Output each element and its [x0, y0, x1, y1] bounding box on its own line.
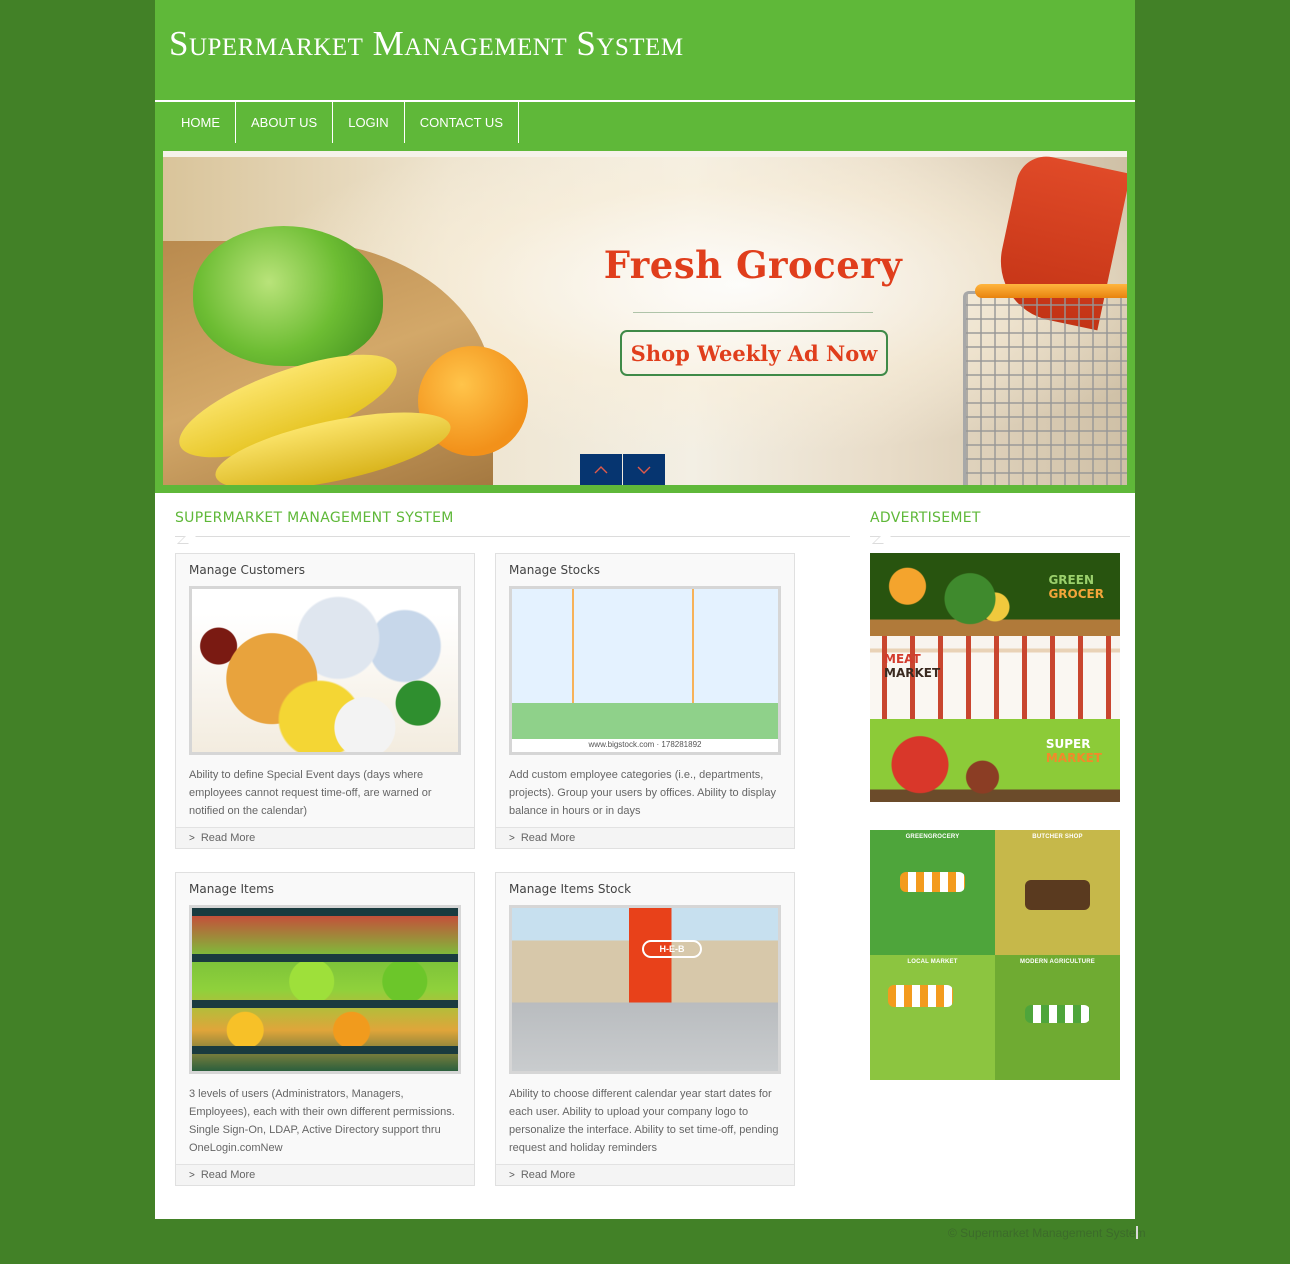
tile-label: MODERN AGRICULTURE	[1020, 959, 1095, 965]
tile-label: LOCAL MARKET	[907, 959, 958, 965]
ad-market-grid[interactable]: GREENGROCERY BUTCHER SHOP LOCAL MARKET M…	[870, 830, 1120, 1080]
card-title: Manage Items	[189, 882, 275, 896]
card-description: Ability to choose different calendar yea…	[509, 1088, 779, 1154]
shopping-cart-graphic	[963, 291, 1127, 485]
chevron-right-icon: >	[509, 1169, 515, 1181]
read-more-label: Read More	[520, 1169, 576, 1181]
nav-contact-us[interactable]: CONTACT US	[405, 102, 519, 143]
ad-banner-text: MEAT MARKET	[884, 652, 940, 680]
market-stall-graphic	[900, 872, 965, 892]
slider-controls	[580, 454, 665, 485]
tile-label: BUTCHER SHOP	[1032, 834, 1083, 840]
ad-line-2: GROCER	[1048, 587, 1104, 601]
site-title: Supermarket Management System	[169, 24, 684, 63]
ad-line-1: SUPER	[1045, 737, 1091, 751]
footer-copyright: © Supermarket Management System	[948, 1226, 1146, 1240]
card-description: Add custom employee categories (i.e., de…	[509, 769, 776, 817]
ad-banner-text: SUPER MARKET	[1046, 737, 1102, 765]
slide-divider	[633, 312, 873, 313]
read-more-label: Read More	[200, 832, 256, 844]
page-container: Supermarket Management System HOME ABOUT…	[155, 0, 1135, 1219]
nav-home[interactable]: HOME	[155, 102, 236, 143]
ad-banner-text: GREEN GROCER	[1048, 573, 1104, 601]
section-divider	[175, 536, 850, 537]
footer-separator	[1136, 1226, 1138, 1239]
tile-label: GREENGROCERY	[905, 834, 960, 840]
ad-banner-green-grocer[interactable]: GREEN GROCER	[870, 553, 1120, 636]
card-manage-items-stock: Manage Items Stock H-E-B Ability to choo…	[495, 872, 795, 1186]
card-description: Ability to define Special Event days (da…	[189, 769, 432, 817]
header: Supermarket Management System HOME ABOUT…	[155, 0, 1135, 493]
ad-tile-butcher-shop: BUTCHER SHOP	[995, 830, 1120, 955]
chevron-up-icon	[594, 465, 608, 473]
heb-storefront-image: H-E-B	[509, 905, 781, 1074]
card-title: Manage Stocks	[509, 563, 600, 577]
card-manage-customers: Manage Customers Ability to define Speci…	[175, 553, 475, 849]
read-more-link[interactable]: > Read More	[176, 827, 474, 848]
ad-line-2: MARKET	[884, 666, 941, 680]
slider-next-button[interactable]	[623, 454, 665, 485]
market-stall-graphic	[888, 985, 953, 1007]
section-divider	[870, 536, 1130, 537]
store-sign: H-E-B	[642, 940, 702, 958]
chevron-right-icon: >	[189, 1169, 195, 1181]
cart-handle-graphic	[975, 284, 1127, 298]
ad-line-2: MARKET	[1045, 751, 1102, 765]
read-more-label: Read More	[520, 832, 576, 844]
read-more-link[interactable]: > Read More	[496, 1164, 794, 1185]
main-section-title: SUPERMARKET MANAGEMENT SYSTEM	[175, 510, 454, 526]
lettuce-graphic	[193, 226, 383, 366]
shop-weekly-ad-button[interactable]: Shop Weekly Ad Now	[620, 330, 888, 376]
sidebar: ADVERTISEMET GREEN GROCER MEAT MARKET SU…	[870, 510, 1130, 1080]
ad-line-1: MEAT	[884, 652, 921, 666]
slide-torn-edge	[163, 151, 1127, 157]
produce-shelves-image	[189, 905, 461, 1074]
read-more-link[interactable]: > Read More	[496, 827, 794, 848]
hero-slider: Fresh Grocery Shop Weekly Ad Now	[163, 151, 1127, 485]
ad-banner-meat-market[interactable]: MEAT MARKET	[870, 636, 1120, 719]
card-manage-stocks: Manage Stocks www.bigstock.com · 1782818…	[495, 553, 795, 849]
card-title: Manage Customers	[189, 563, 306, 577]
card-description: 3 levels of users (Administrators, Manag…	[189, 1088, 455, 1154]
market-stall-graphic	[1025, 1005, 1090, 1023]
slide-headline: Fresh Grocery	[603, 243, 903, 287]
grocery-products-image	[189, 586, 461, 755]
chevron-right-icon: >	[509, 832, 515, 844]
ad-banner-super-market[interactable]: SUPER MARKET	[870, 719, 1120, 802]
nav-login[interactable]: LOGIN	[333, 102, 405, 143]
ad-tile-local-market: LOCAL MARKET	[870, 955, 995, 1080]
nav-about-us[interactable]: ABOUT US	[236, 102, 334, 143]
ad-tile-modern-agriculture: MODERN AGRICULTURE	[995, 955, 1120, 1080]
chevron-right-icon: >	[189, 832, 195, 844]
main-nav: HOME ABOUT US LOGIN CONTACT US	[155, 102, 519, 143]
read-more-label: Read More	[200, 1169, 256, 1181]
ad-line-1: GREEN	[1048, 573, 1094, 587]
chevron-down-icon	[637, 466, 651, 474]
store-shoppers-image: www.bigstock.com · 178281892	[509, 586, 781, 755]
card-title: Manage Items Stock	[509, 882, 632, 896]
read-more-link[interactable]: > Read More	[176, 1164, 474, 1185]
card-manage-items: Manage Items 3 levels of users (Administ…	[175, 872, 475, 1186]
image-watermark: www.bigstock.com · 178281892	[588, 740, 702, 749]
slider-prev-button[interactable]	[580, 454, 622, 485]
main-content: SUPERMARKET MANAGEMENT SYSTEM Manage Cus…	[175, 510, 850, 1186]
ad-tile-greengrocery: GREENGROCERY	[870, 830, 995, 955]
advertisement-title: ADVERTISEMET	[870, 510, 981, 526]
butcher-cart-graphic	[1025, 880, 1090, 910]
